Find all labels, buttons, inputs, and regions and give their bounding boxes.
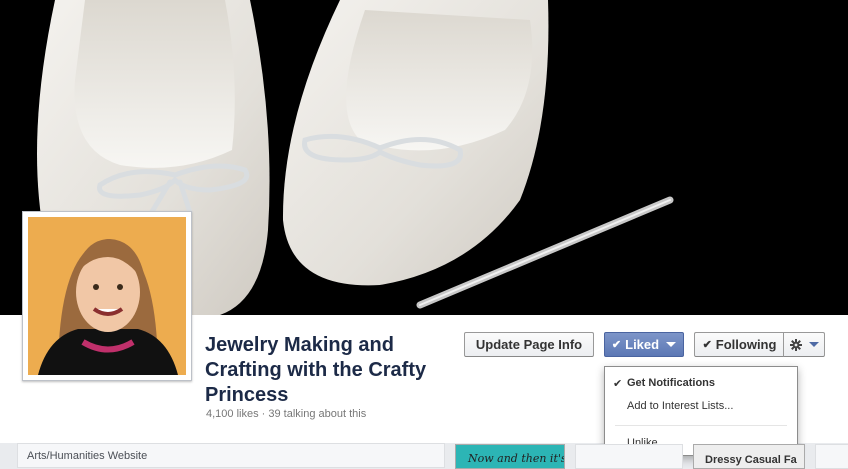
- app-thumbnail-2[interactable]: [575, 444, 683, 469]
- app-thumbnail-3-text: Dressy Casual Fa: [705, 454, 797, 466]
- app-thumbnail-3[interactable]: Dressy Casual Fa: [693, 444, 805, 469]
- app-thumbnail-1-text: Now and then it's: [468, 452, 565, 465]
- update-page-info-label: Update Page Info: [475, 337, 583, 352]
- chevron-down-icon: [666, 342, 677, 347]
- check-icon: ✔: [613, 378, 623, 390]
- following-label: Following: [715, 337, 777, 352]
- liked-button[interactable]: ✔ Liked: [604, 332, 684, 357]
- check-icon: ✔: [702, 339, 712, 351]
- menu-item-add-to-interest-lists[interactable]: Add to Interest Lists...: [627, 400, 733, 412]
- page-title: Jewelry Making and Crafting with the Cra…: [205, 334, 427, 406]
- liked-label: Liked: [625, 337, 660, 352]
- page-stats: 4,100 likes · 39 talking about this: [206, 408, 367, 420]
- app-thumbnail-4[interactable]: [815, 444, 848, 469]
- app-thumbnail-1[interactable]: Now and then it's: [455, 444, 565, 469]
- settings-menu-button[interactable]: [783, 332, 825, 357]
- profile-image: [28, 217, 186, 375]
- menu-divider: [615, 425, 787, 426]
- page-category[interactable]: Arts/Humanities Website: [27, 450, 147, 462]
- chevron-down-icon: [808, 342, 819, 347]
- menu-item-get-notifications[interactable]: Get Notifications: [627, 377, 715, 389]
- check-icon: ✔: [611, 339, 622, 351]
- update-page-info-button[interactable]: Update Page Info: [464, 332, 594, 357]
- following-button[interactable]: ✔ Following: [694, 332, 784, 357]
- liked-dropdown-menu: ✔ Get Notifications Add to Interest List…: [604, 366, 798, 456]
- gear-icon: [789, 338, 802, 351]
- profile-picture[interactable]: [22, 211, 192, 381]
